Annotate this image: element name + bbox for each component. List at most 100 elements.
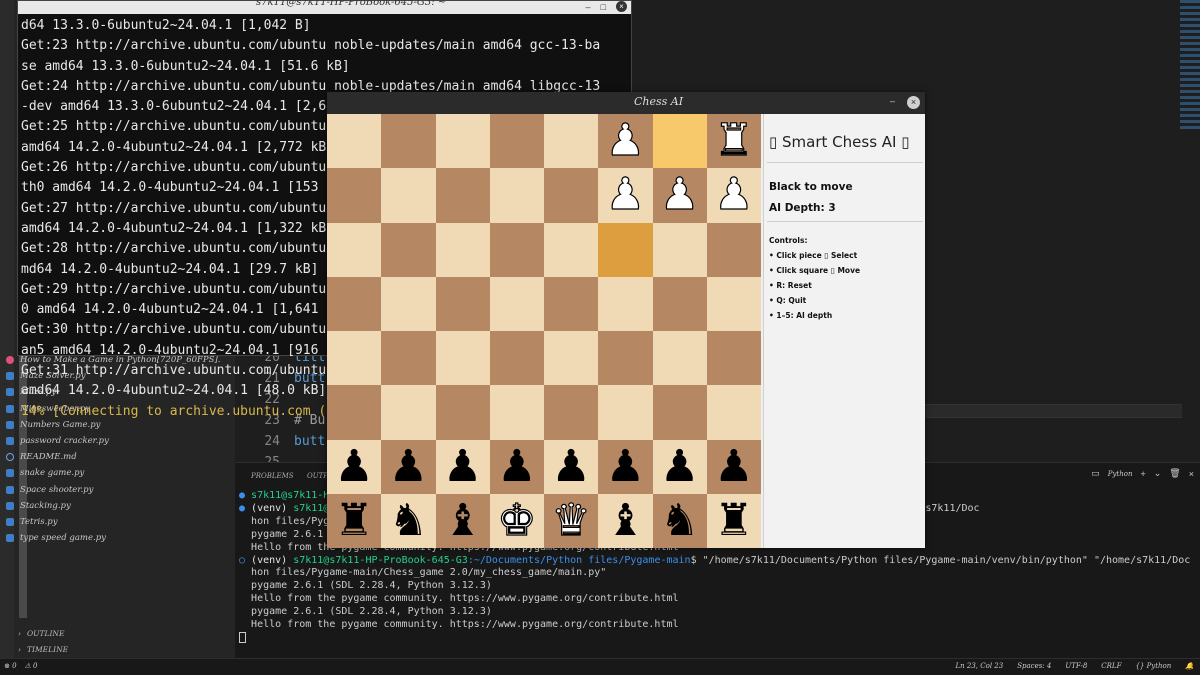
black-pawn-icon[interactable]: ♟ [714,444,753,489]
board-square[interactable]: ♟ [598,439,653,494]
white-pawn-icon[interactable]: ♟ [714,172,755,217]
file-item[interactable]: snake game.py [6,465,221,481]
board-square[interactable]: ♜ [706,493,761,548]
board-square[interactable] [489,331,544,386]
black-pawn-icon[interactable]: ♟ [497,444,536,489]
board-square[interactable] [381,222,436,277]
board-square[interactable] [435,114,490,169]
black-pawn-icon[interactable]: ♟ [334,444,373,489]
black-pawn-icon[interactable]: ♟ [606,444,645,489]
status-item[interactable]: Spaces: 4 [1017,662,1051,670]
board-square[interactable]: ♟ [544,439,599,494]
file-item[interactable]: type speed game.py [6,530,221,546]
board-square[interactable] [544,331,599,386]
board-square[interactable]: ♟ [598,168,653,223]
status-item[interactable]: UTF-8 [1065,662,1087,670]
black-pawn-icon[interactable]: ♟ [443,444,482,489]
board-square[interactable] [598,331,653,386]
tab-problems[interactable]: PROBLEMS [251,472,294,480]
board-square[interactable] [381,276,436,331]
tab-output[interactable]: OUTP [307,472,328,480]
status-item[interactable]: 🔔 [1185,662,1194,670]
board-square[interactable]: ♟ [652,439,707,494]
board-square[interactable] [706,276,761,331]
board-square[interactable] [435,276,490,331]
timeline-section[interactable]: › TIMELINE [18,645,68,654]
white-queen-icon[interactable]: ♛ [551,498,592,543]
black-bishop-icon[interactable]: ♝ [606,498,645,543]
board-square[interactable]: ♟ [706,439,761,494]
status-item[interactable]: ⊗ 0 [4,662,17,670]
board-square[interactable] [327,114,382,169]
white-pawn-icon[interactable]: ♟ [659,172,700,217]
board-square[interactable] [544,114,599,169]
close-button[interactable]: × [616,1,627,12]
maximize-button[interactable]: □ [601,2,606,12]
board-square[interactable] [598,385,653,440]
white-rook-icon[interactable]: ♜ [714,118,755,163]
black-pawn-icon[interactable]: ♟ [389,444,428,489]
board-square[interactable] [435,168,490,223]
board-square[interactable] [489,114,544,169]
black-bishop-icon[interactable]: ♝ [443,498,482,543]
board-square[interactable]: ♟ [435,439,490,494]
chevron-down-icon[interactable]: ⌄ [1154,468,1162,479]
board-square[interactable] [381,331,436,386]
black-knight-icon[interactable]: ♞ [389,498,428,543]
board-square[interactable]: ♝ [598,493,653,548]
board-square[interactable] [652,276,707,331]
shell-label[interactable]: Python [1108,470,1133,478]
board-square[interactable] [381,385,436,440]
status-item[interactable]: CRLF [1101,662,1121,670]
board-square[interactable] [706,331,761,386]
board-square[interactable]: ♟ [652,168,707,223]
status-item[interactable]: {} Python [1135,662,1171,670]
chess-window[interactable]: Chess AI – × ♟ ♜ ♟ ♟ ♟ ♟ ♟ ♟ ♟ ♟ ♟ ♟ ♟ ♜ ♞ ♝ ♚ ♛ ♝ ♞ ♜ ▯ Sma… [327,92,925,548]
black-rook-icon[interactable]: ♜ [334,498,373,543]
chess-titlebar[interactable]: Chess AI – × [327,92,925,114]
board-square[interactable] [327,168,382,223]
board-square[interactable]: ♚ [489,493,544,548]
black-rook-icon[interactable]: ♜ [714,498,753,543]
board-square[interactable] [381,168,436,223]
board-square[interactable] [489,168,544,223]
board-square[interactable] [706,385,761,440]
close-button[interactable]: × [907,96,920,109]
board-square[interactable] [598,276,653,331]
board-square[interactable] [544,168,599,223]
board-square[interactable] [544,222,599,277]
board-square[interactable] [489,385,544,440]
board-square[interactable]: ♞ [381,493,436,548]
board-square[interactable] [652,114,707,169]
minimize-button[interactable]: – [890,96,900,106]
chess-board[interactable]: ♟ ♜ ♟ ♟ ♟ ♟ ♟ ♟ ♟ ♟ ♟ ♟ ♟ ♜ ♞ ♝ ♚ ♛ ♝ ♞ ♜ [327,114,761,548]
file-item[interactable]: Space shooter.py [6,482,221,498]
board-square[interactable]: ♞ [652,493,707,548]
status-item[interactable]: Ln 23, Col 23 [956,662,1004,670]
outline-section[interactable]: › OUTLINE [18,629,64,638]
board-square[interactable] [435,331,490,386]
close-panel-button[interactable]: × [1189,469,1194,479]
board-square[interactable] [706,222,761,277]
board-square[interactable] [435,222,490,277]
board-square[interactable]: ♛ [544,493,599,548]
board-square[interactable]: ♟ [598,114,653,169]
board-square[interactable] [327,385,382,440]
file-item[interactable]: Tetris.py [6,514,221,530]
board-square[interactable] [327,276,382,331]
board-square[interactable] [544,276,599,331]
status-item[interactable]: ⚠ 0 [25,662,38,670]
board-square[interactable] [327,331,382,386]
terminal-titlebar[interactable]: s7k11@s7k11-HP-ProBook-645-G3: ~ – □ × [18,0,631,14]
white-pawn-icon[interactable]: ♟ [605,118,646,163]
minimap[interactable] [1180,0,1200,130]
board-square[interactable] [435,385,490,440]
board-square[interactable]: ♟ [706,168,761,223]
board-square[interactable]: ♟ [381,439,436,494]
board-square[interactable] [652,222,707,277]
board-square[interactable] [652,331,707,386]
board-square[interactable] [381,114,436,169]
board-square[interactable] [489,276,544,331]
add-terminal-button[interactable]: + [1140,469,1145,479]
file-item[interactable]: password cracker.py [6,433,221,449]
